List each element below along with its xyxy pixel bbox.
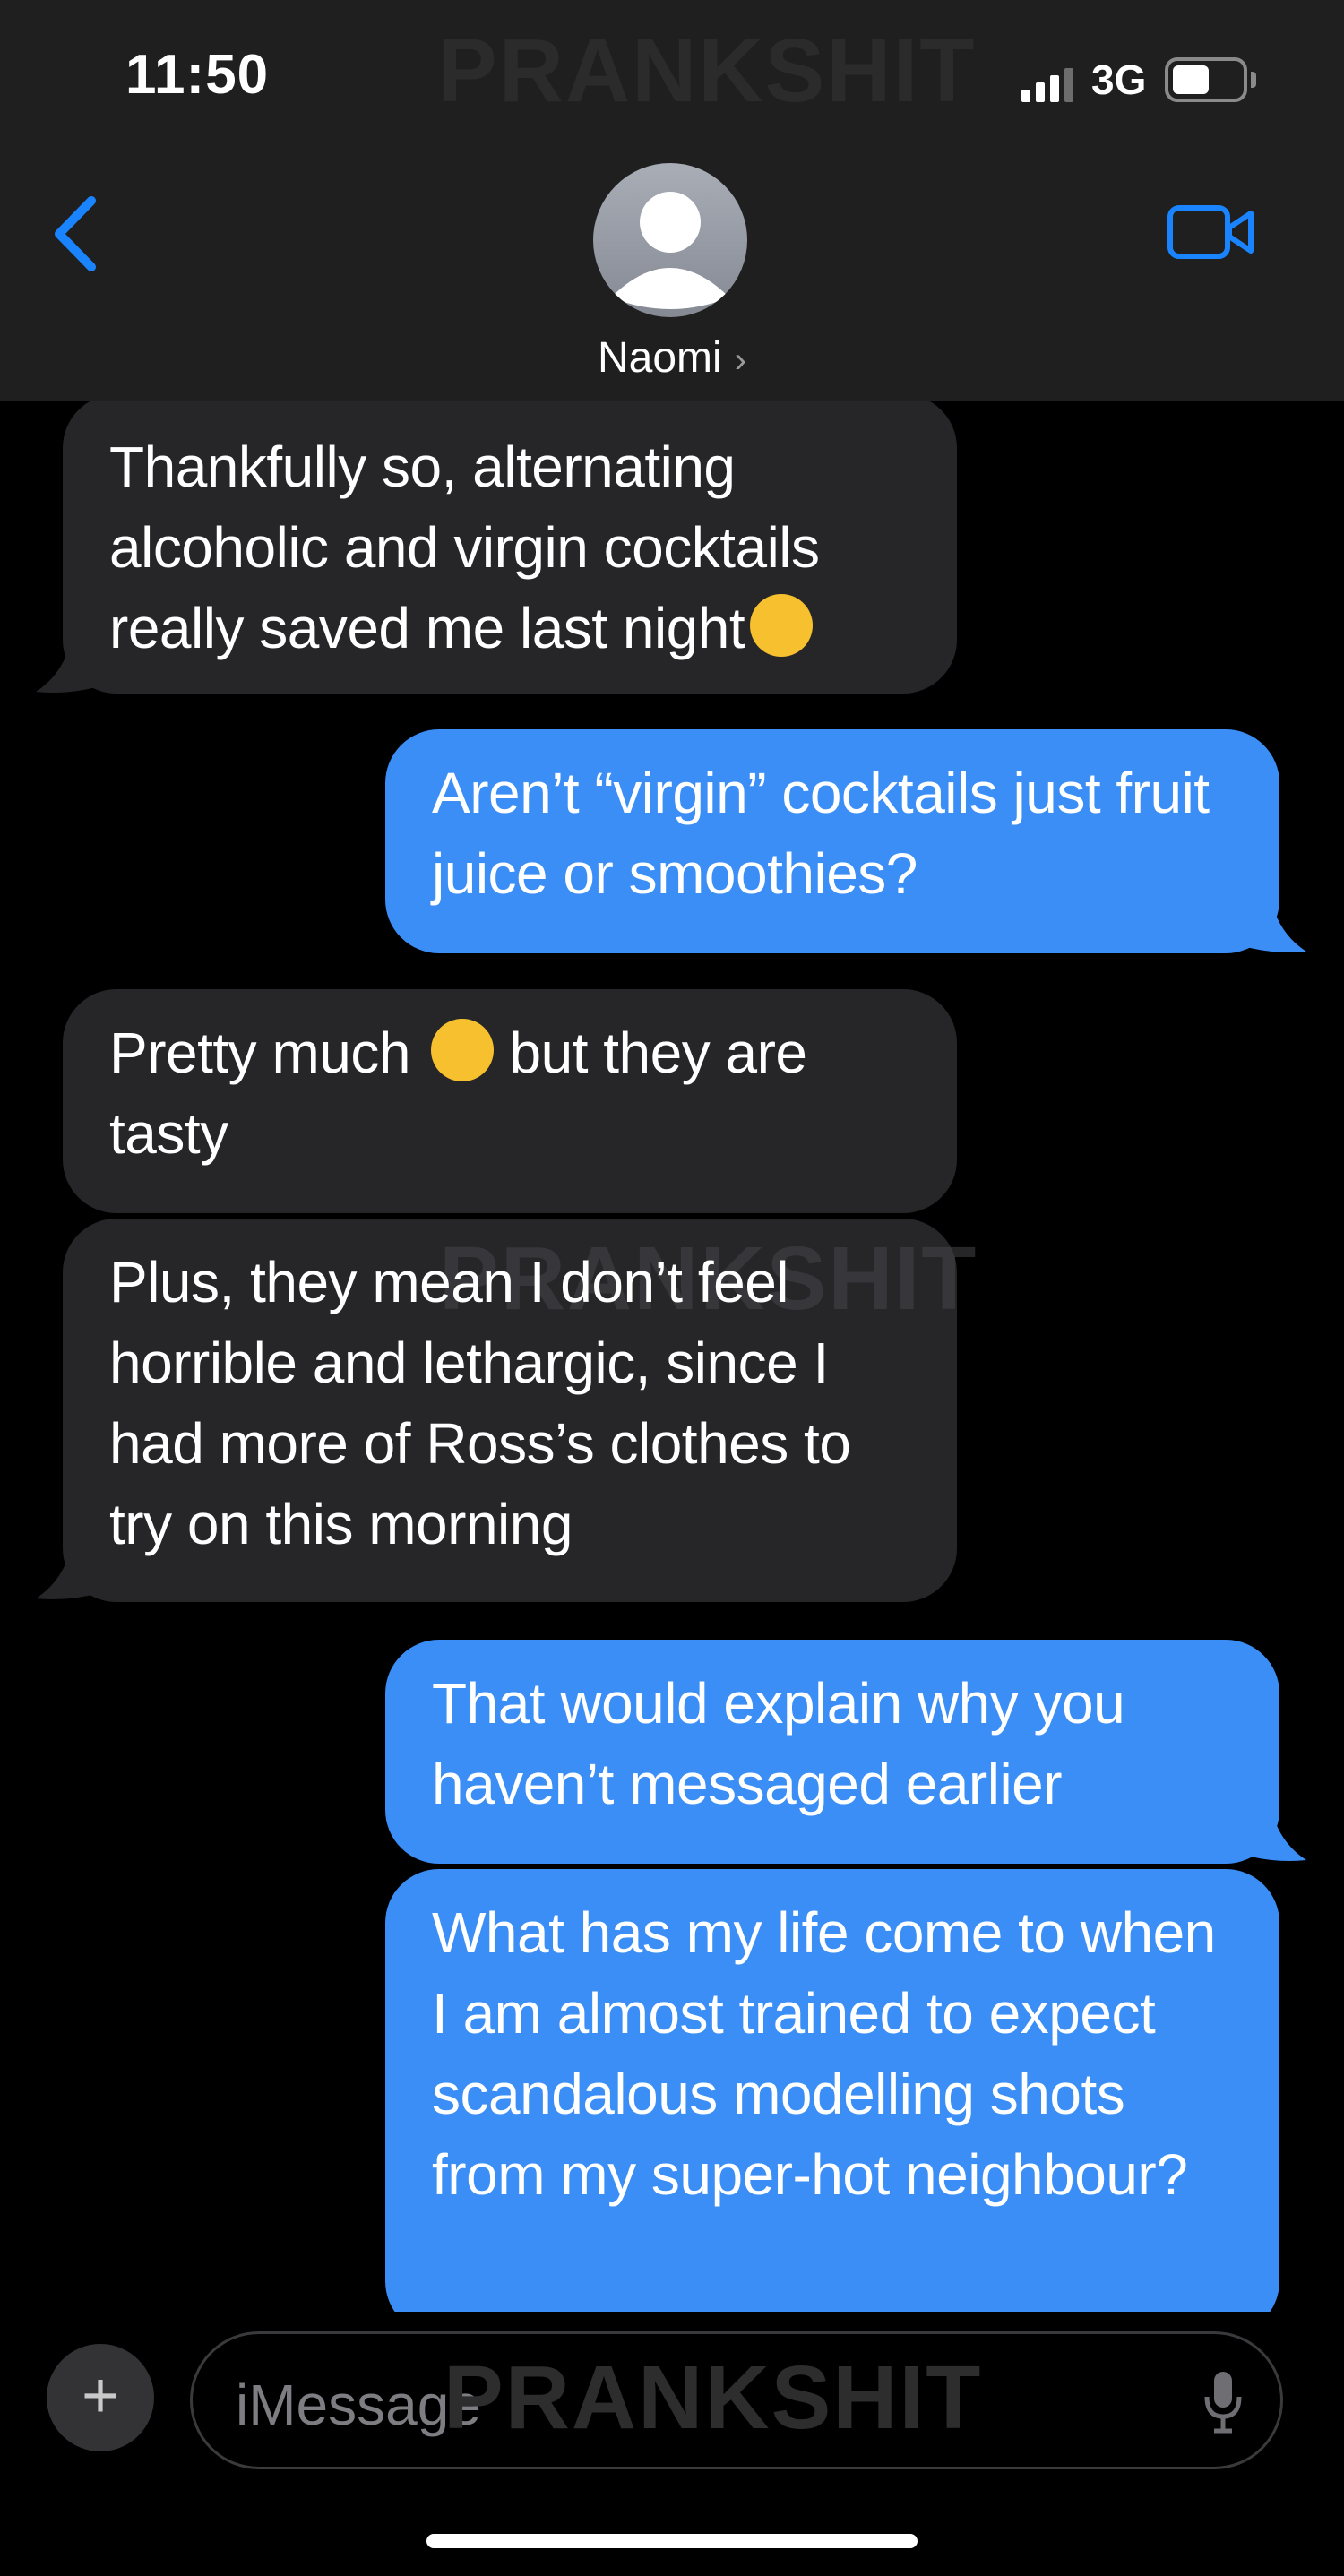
message-text: Thankfully so, alternating alcoholic and… [109,435,820,660]
contact-name: Naomi [597,334,722,382]
face-exhaling-emoji [750,594,814,657]
watermark-bottom: PRANKSHIT [444,2348,983,2448]
back-chevron-icon[interactable] [50,194,104,274]
contact-chevron-icon: › [734,340,747,380]
message-bubble-incoming[interactable]: PRANKSHIT Plus, they mean I don’t feel h… [63,1219,976,1602]
status-time: 11:50 [125,44,270,106]
message-text: Pretty much [109,1021,410,1085]
video-call-icon[interactable] [1167,202,1256,262]
microphone-icon[interactable] [1203,2370,1243,2434]
navigation-header: 11:50 PRANKSHIT 3G Naomi › [0,0,1344,401]
add-attachment-button[interactable]: + [47,2344,154,2451]
contact-name-button[interactable]: Naomi › [0,333,1344,383]
input-placeholder: iMessage [236,2373,481,2437]
battery-icon [1165,57,1247,102]
message-bubble-incoming[interactable]: Pretty much but they are tasty [63,989,957,1213]
message-composer: + iMessage PRANKSHIT [0,2312,1344,2576]
contact-avatar[interactable] [593,163,747,317]
message-text: Aren’t “virgin” cocktails just fruit jui… [432,761,1210,906]
person-silhouette-icon [611,192,729,309]
imessage-input[interactable]: iMessage PRANKSHIT [190,2331,1283,2469]
watermark-top: PRANKSHIT [437,21,977,121]
network-type: 3G [1091,56,1147,103]
message-text: That would explain why you haven’t messa… [432,1671,1125,1816]
cellular-signal-icon [1021,68,1073,102]
message-text: Plus, they mean I don’t feel horrible an… [109,1250,851,1556]
message-bubble-outgoing[interactable]: Aren’t “virgin” cocktails just fruit jui… [385,729,1279,953]
message-bubble-incoming[interactable]: Thankfully so, alternating alcoholic and… [63,394,957,694]
message-bubble-outgoing[interactable]: What has my life come to when I am almos… [385,1869,1279,2335]
message-text: What has my life come to when I am almos… [432,1900,1216,2207]
home-indicator[interactable] [426,2534,918,2548]
message-bubble-outgoing[interactable]: That would explain why you haven’t messa… [385,1640,1279,1864]
rolling-on-floor-laughing-emoji [431,1019,495,1081]
